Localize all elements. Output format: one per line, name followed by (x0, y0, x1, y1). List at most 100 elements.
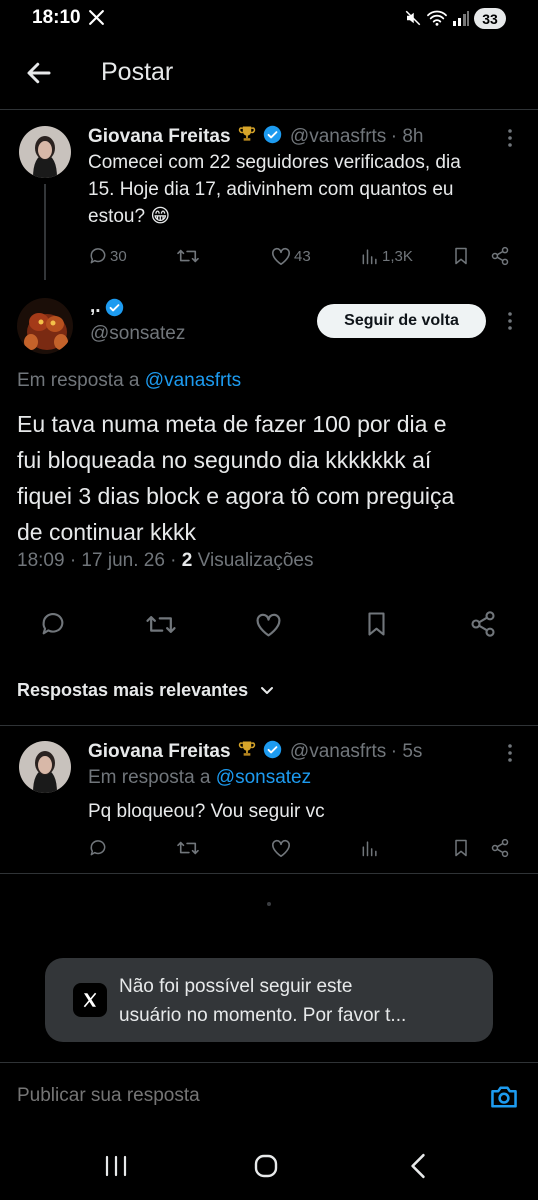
share-icon (491, 838, 509, 858)
views-icon (362, 249, 377, 265)
like-action[interactable]: 43 (270, 246, 311, 266)
retweet-icon (146, 616, 176, 633)
tweet-time: · 5s (390, 741, 423, 762)
tweet-text: Comecei com 22 seguidores verificados, d… (88, 149, 528, 230)
verified-badge-icon (105, 298, 124, 317)
share-action[interactable] (490, 838, 510, 858)
main-tweet: ,. @sonsatez Em resposta a @vanasfrts Eu… (0, 290, 538, 665)
tweet-text-line: de continuar kkkk (17, 519, 196, 545)
avatar[interactable] (19, 126, 71, 178)
reply-action[interactable] (39, 610, 67, 638)
thread-line (44, 184, 46, 280)
like-count: 43 (294, 247, 311, 265)
reply-action[interactable]: 30 (88, 246, 127, 266)
reply-to-prefix: Em resposta a (17, 370, 140, 391)
recent-apps-icon[interactable] (104, 1155, 128, 1177)
tweet-meta: 18:09 · 17 jun. 26 · 2 Visualizações (17, 550, 313, 572)
wifi-icon (426, 9, 448, 27)
page-title: Postar (101, 58, 174, 86)
status-time: 18:10 (32, 7, 81, 28)
status-bar: 18:10 33 (0, 0, 538, 36)
signal-icon (452, 10, 470, 26)
author-handle[interactable]: @vanasfrts (290, 741, 386, 762)
verified-badge-icon (263, 740, 282, 759)
retweet-action[interactable] (176, 246, 200, 266)
author-row: ,. (90, 296, 124, 318)
reply-icon (90, 248, 106, 264)
reply-input[interactable] (17, 1081, 457, 1111)
reply-tweet[interactable]: Giovana Freitas @vanasfrts · 5s Em respo… (0, 727, 538, 872)
reply-context: Em resposta a @sonsatez (88, 767, 311, 789)
views-count: 1,3K (382, 247, 413, 265)
heart-icon (256, 613, 281, 637)
tweet-text-line: fiquei 3 dias block e agora tô com pregu… (17, 483, 455, 509)
retweet-icon (177, 249, 199, 263)
tweet-text-line: fui bloqueada no segundo dia kkkkkkk aí (17, 447, 432, 473)
tweet-text-line: Eu tava numa meta de fazer 100 por dia e (17, 411, 447, 437)
tweet-text-line: 15. Hoje dia 17, adivinhem com quantos e… (88, 179, 454, 200)
like-action[interactable] (270, 838, 292, 858)
tweet-text-line: estou? 😁 (88, 206, 171, 227)
tweet-text: Eu tava numa meta de fazer 100 por dia e… (17, 406, 532, 550)
views-action[interactable]: 1,3K (360, 246, 413, 266)
reply-to-handle[interactable]: @sonsatez (216, 767, 311, 788)
author-name[interactable]: ,. (90, 296, 101, 318)
parent-tweet[interactable]: Giovana Freitas @vanasfrts · 8h Comecei … (0, 112, 538, 282)
toast-message: Não foi possível seguir este usuário no … (119, 972, 406, 1030)
like-action[interactable] (254, 611, 283, 638)
more-options-icon[interactable] (506, 743, 514, 763)
bookmark-icon (455, 247, 467, 265)
header: Postar (0, 52, 538, 110)
avatar[interactable] (19, 741, 71, 793)
author-handle[interactable]: @vanasfrts (290, 126, 386, 147)
back-icon[interactable] (409, 1153, 427, 1179)
views-action[interactable] (360, 838, 380, 858)
more-options-icon[interactable] (506, 311, 514, 331)
tweet-text-line: Comecei com 22 seguidores verificados, d… (88, 152, 461, 173)
author-name[interactable]: Giovana Freitas (88, 741, 231, 762)
heart-icon (272, 247, 290, 265)
reply-to-handle[interactable]: @vanasfrts (145, 370, 241, 391)
reply-context: Em resposta a @vanasfrts (17, 370, 241, 392)
tweet-author-row: Giovana Freitas @vanasfrts · 5s (88, 739, 422, 763)
camera-icon[interactable] (489, 1084, 519, 1110)
divider (0, 873, 538, 874)
reply-icon (42, 613, 64, 635)
share-icon (471, 611, 495, 637)
avatar[interactable] (17, 298, 73, 354)
retweet-action[interactable] (145, 611, 177, 638)
reply-composer[interactable] (0, 1062, 538, 1128)
bookmark-action[interactable] (452, 246, 470, 266)
retweet-action[interactable] (176, 838, 200, 858)
author-name[interactable]: Giovana Freitas (88, 126, 231, 147)
tweet-timestamp: 18:09 · 17 jun. 26 · (17, 550, 177, 571)
more-options-icon[interactable] (506, 128, 514, 148)
share-action[interactable] (469, 610, 497, 638)
bookmark-action[interactable] (452, 838, 470, 858)
reply-to-prefix: Em resposta a (88, 767, 211, 788)
share-icon (491, 246, 509, 266)
reply-action[interactable] (88, 838, 108, 858)
trophy-icon (237, 739, 257, 759)
verified-badge-icon (263, 125, 282, 144)
home-icon[interactable] (254, 1154, 278, 1178)
bookmark-action[interactable] (364, 610, 389, 638)
tweet-time: · 8h (390, 126, 424, 147)
author-handle[interactable]: @sonsatez (90, 323, 185, 345)
toast-line: usuário no momento. Por favor t... (119, 1005, 407, 1026)
toast-notification[interactable]: Não foi possível seguir este usuário no … (45, 958, 493, 1042)
toast-line: Não foi possível seguir este (119, 976, 353, 997)
tweet-author-row: Giovana Freitas @vanasfrts · 8h (88, 124, 424, 148)
loading-indicator (267, 902, 271, 906)
back-arrow-icon[interactable] (24, 58, 54, 88)
replies-sort-dropdown[interactable]: Respostas mais relevantes (17, 680, 274, 701)
reply-count: 30 (110, 247, 127, 265)
battery-indicator: 33 (474, 8, 506, 29)
replies-sort-label: Respostas mais relevantes (17, 680, 249, 700)
share-action[interactable] (490, 246, 510, 266)
heart-icon (272, 839, 290, 857)
tweet-text: Pq bloqueou? Vou seguir vc (88, 801, 325, 822)
follow-back-button[interactable]: Seguir de volta (317, 304, 486, 338)
views-label[interactable]: Visualizações (198, 550, 314, 571)
x-logo-icon (73, 983, 107, 1017)
